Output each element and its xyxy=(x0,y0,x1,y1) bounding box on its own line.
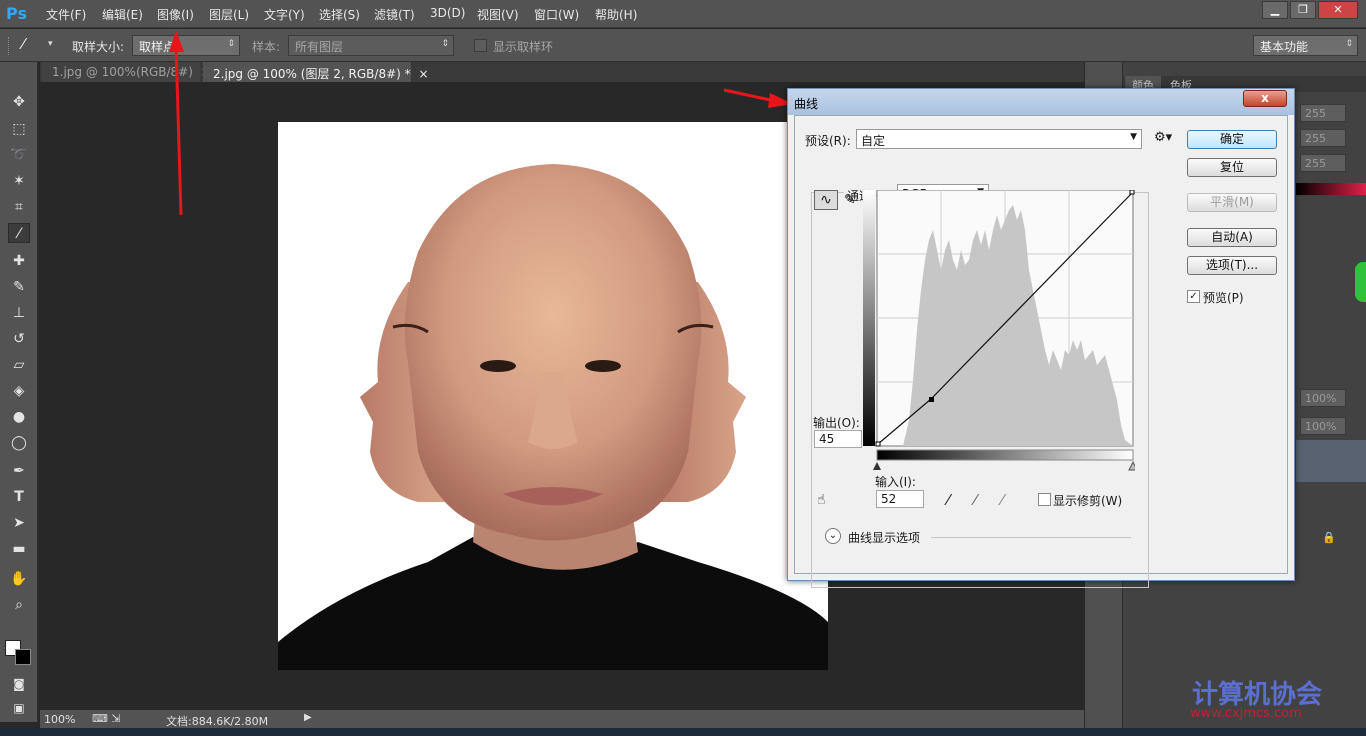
expand-chevron-icon[interactable]: ⌄ xyxy=(825,528,841,544)
curve-graph[interactable] xyxy=(863,190,1135,474)
black-point-slider xyxy=(873,462,881,470)
curves-content: 预设(R): 自定 ▼ ⚙▾ 通道(C): RGB ▼ ∿ ✎ xyxy=(794,115,1288,588)
color-b-field[interactable]: 255 xyxy=(1300,154,1346,172)
curves-close-button[interactable]: x xyxy=(1243,90,1287,107)
output-label: 输出(O): xyxy=(813,416,860,430)
show-clipping-checkbox[interactable] xyxy=(1038,493,1051,506)
document-size: 文档:884.6K/2.80M xyxy=(166,715,269,728)
show-clipping-label: 显示修剪(W) xyxy=(1053,494,1123,508)
output-field[interactable]: 45 xyxy=(814,430,862,448)
pencil-draw-mode-icon[interactable]: ✎ xyxy=(844,192,856,208)
ok-button[interactable]: 确定 xyxy=(1187,130,1277,149)
status-icons[interactable]: ⌨ ⇲ xyxy=(92,712,121,725)
color-r-field[interactable]: 255 xyxy=(1300,104,1346,122)
white-point-slider xyxy=(1128,460,1135,471)
curves-dialog: 曲线 x 预设(R): 自定 ▼ ⚙▾ 通道(C): RGB ▼ ∿ ✎ xyxy=(787,88,1295,588)
preview-checkbox[interactable]: ✓ xyxy=(1187,290,1200,303)
curve-point-black xyxy=(875,441,881,447)
status-menu-arrow-icon[interactable]: ▶ xyxy=(304,712,312,723)
preset-value: 自定 xyxy=(861,134,886,148)
output-gradient-bar xyxy=(863,190,875,446)
input-label: 输入(I): xyxy=(875,475,916,489)
input-field[interactable]: 52 xyxy=(876,490,924,508)
chevron-down-icon: ▼ xyxy=(1130,132,1137,142)
preview-label: 预览(P) xyxy=(1203,291,1244,305)
zoom-level[interactable]: 100% xyxy=(44,713,75,726)
green-status-badge xyxy=(1355,262,1366,302)
on-image-adjust-icon[interactable]: ☝ xyxy=(817,492,826,508)
os-taskbar xyxy=(0,728,1366,736)
watermark: 计算机协会 www.cxjmcs.com xyxy=(1140,672,1366,728)
curve-edit-mode-icon[interactable]: ∿ xyxy=(814,190,838,210)
curve-control-point xyxy=(929,397,934,402)
red-arrow-image-menu xyxy=(169,30,184,216)
curves-title: 曲线 xyxy=(794,97,819,111)
opacity-field[interactable]: 100% xyxy=(1300,389,1346,407)
status-bar: 100% ⌨ ⇲ 文档:884.6K/2.80M ▶ xyxy=(40,710,1084,728)
gray-eyedropper-icon[interactable]: ⁄ xyxy=(974,491,977,509)
selected-layer-row[interactable] xyxy=(1296,440,1366,482)
input-gradient-bar xyxy=(876,449,1134,461)
black-eyedropper-icon[interactable]: ⁄ xyxy=(947,491,950,509)
watermark-url: www.cxjmcs.com xyxy=(1190,706,1302,721)
curve-point-white xyxy=(1129,190,1135,195)
smooth-button[interactable]: 平滑(M) xyxy=(1187,193,1277,212)
red-arrow-curves-title xyxy=(723,88,793,108)
options-button[interactable]: 选项(T)... xyxy=(1187,256,1277,275)
preset-label: 预设(R): xyxy=(805,134,851,148)
preset-select[interactable]: 自定 ▼ xyxy=(856,129,1142,149)
white-eyedropper-icon[interactable]: ⁄ xyxy=(1001,491,1004,509)
color-g-field[interactable]: 255 xyxy=(1300,129,1346,147)
preset-options-gear-icon[interactable]: ⚙▾ xyxy=(1154,130,1172,145)
divider xyxy=(931,537,1131,538)
fill-field[interactable]: 100% xyxy=(1300,417,1346,435)
reset-button[interactable]: 复位 xyxy=(1187,158,1277,177)
lock-icon: 🔒 xyxy=(1322,531,1336,544)
color-ramp[interactable] xyxy=(1296,183,1366,195)
curve-display-options-label[interactable]: 曲线显示选项 xyxy=(848,529,920,546)
curves-title-bar[interactable]: 曲线 x xyxy=(788,89,1294,115)
auto-button[interactable]: 自动(A) xyxy=(1187,228,1277,247)
